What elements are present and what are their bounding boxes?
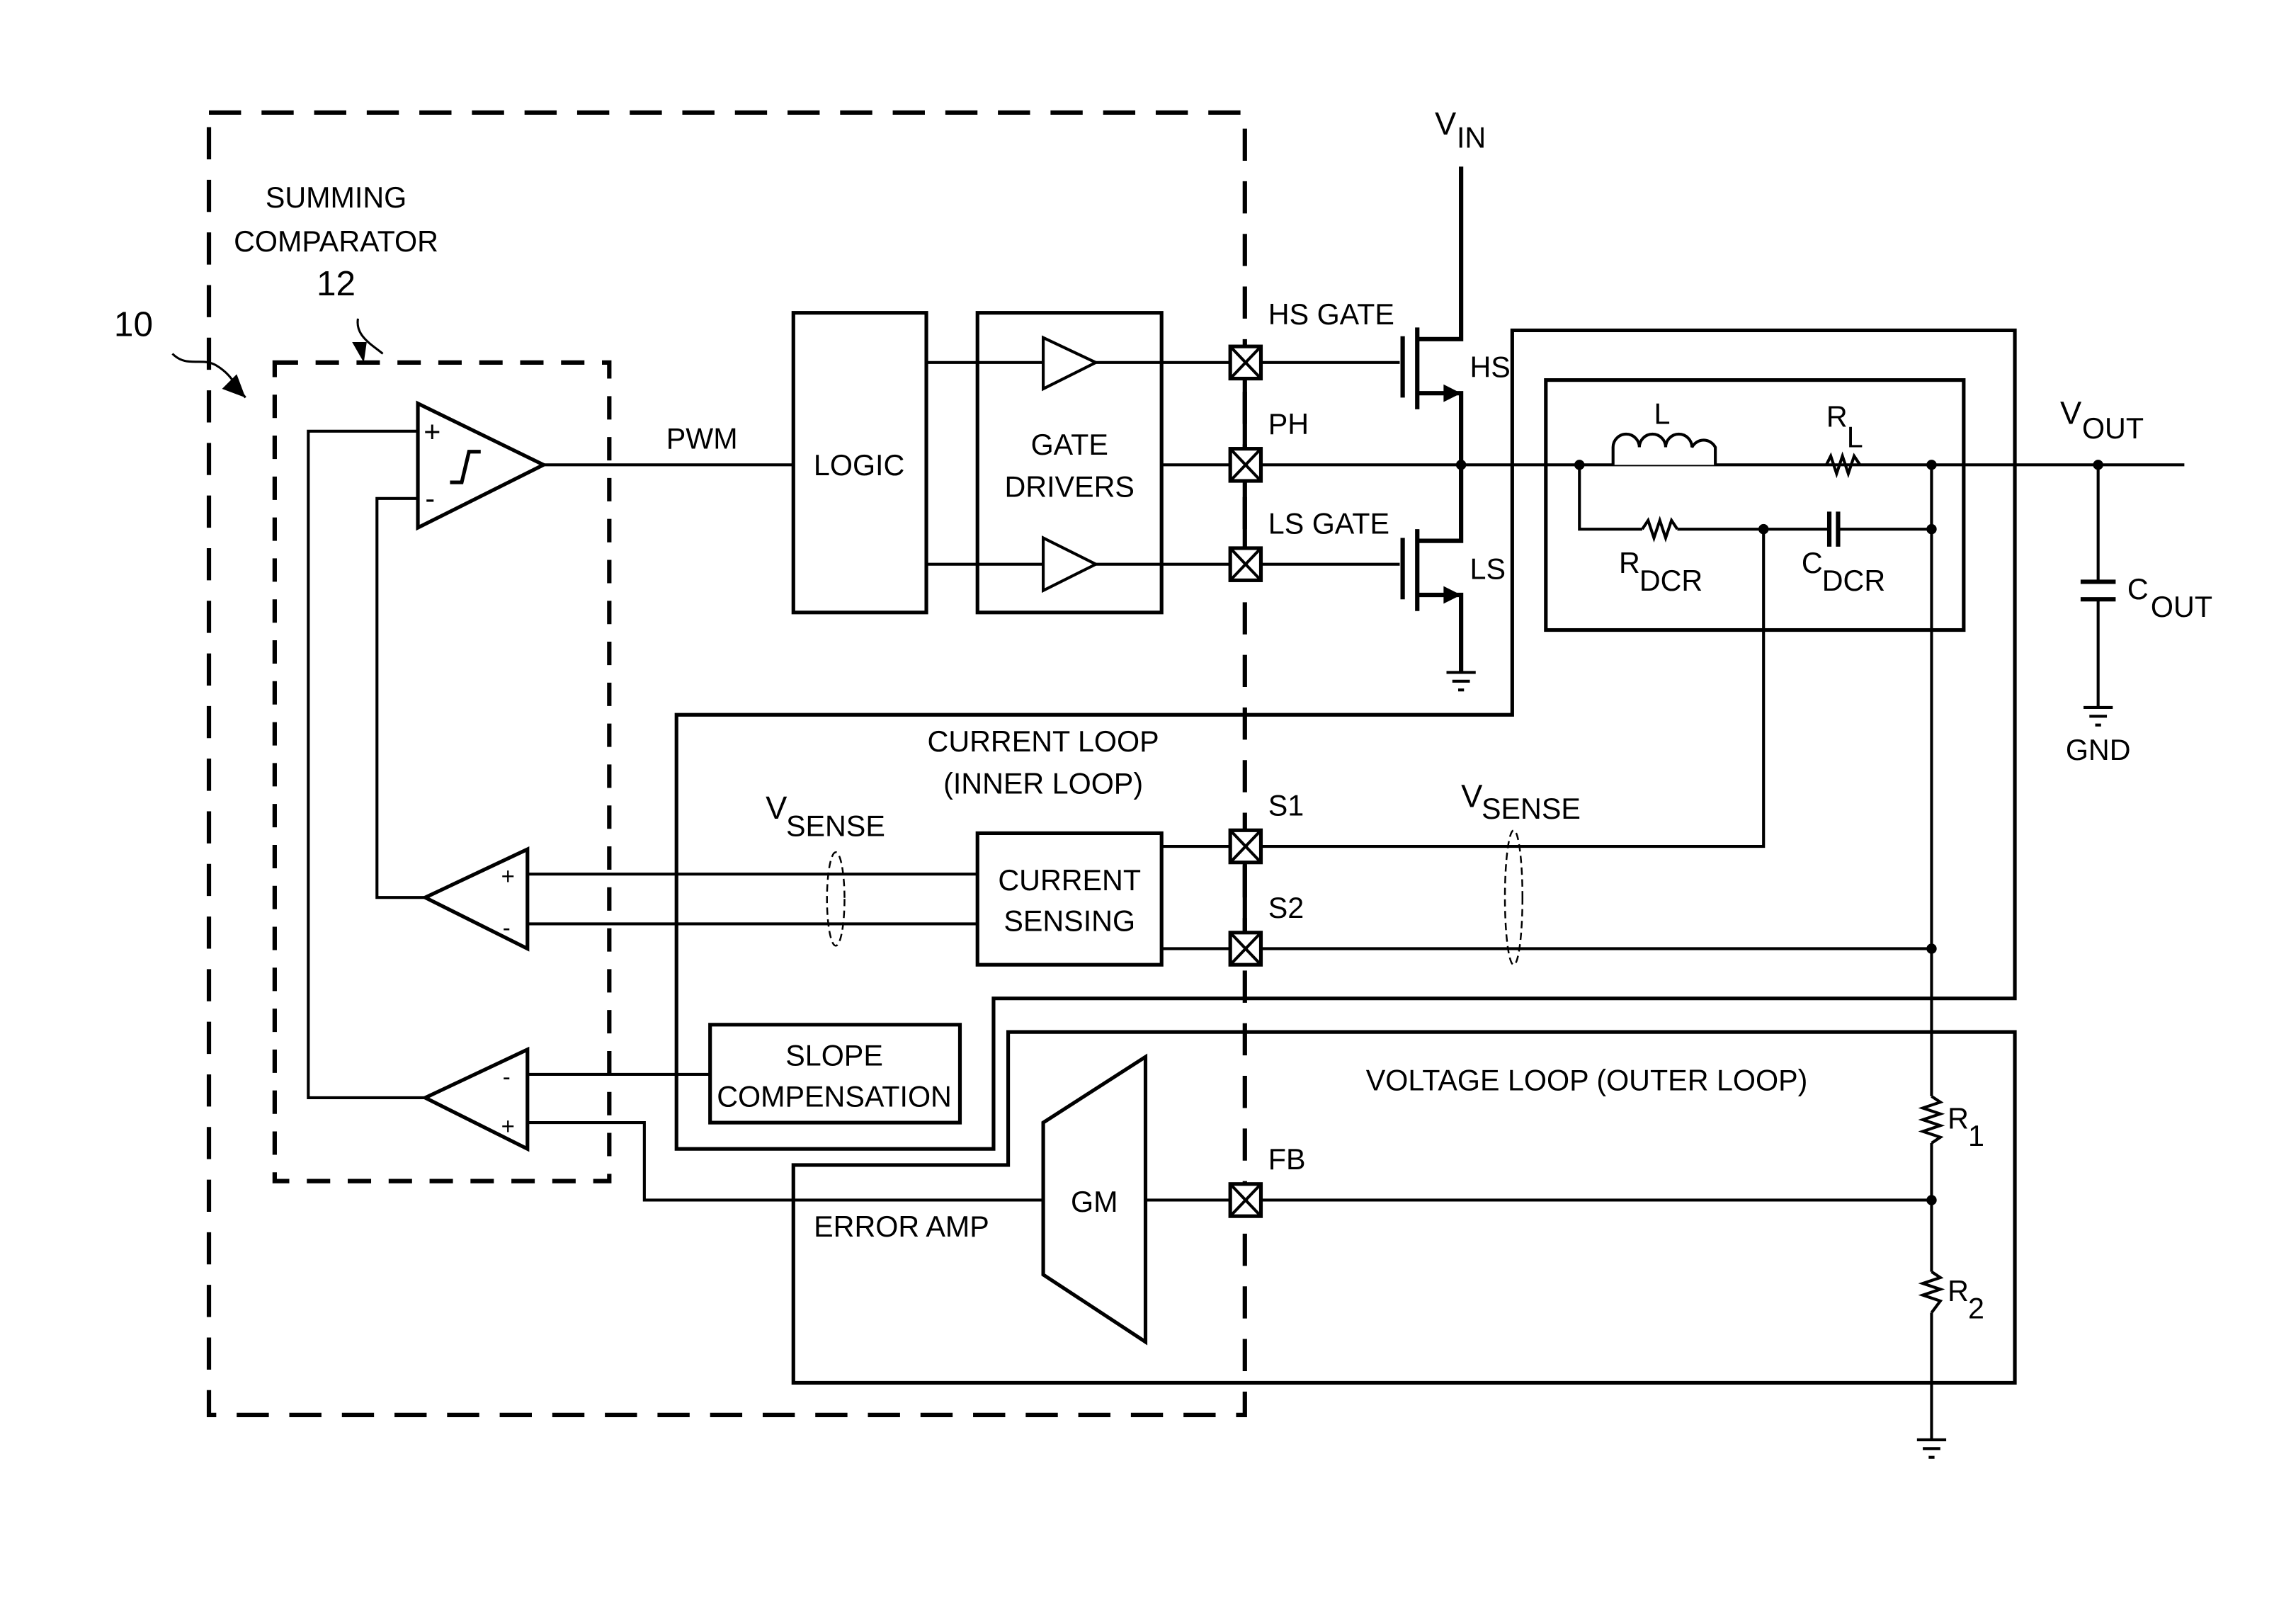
slope-compensation-label-line2: COMPENSATION xyxy=(717,1080,952,1113)
vsense-right-label: V xyxy=(1461,778,1483,814)
current-sensing-label-line2: SENSING xyxy=(1004,905,1135,938)
wire-dcr-branch xyxy=(1578,465,1933,531)
current-loop-label-line1: CURRENT LOOP xyxy=(928,725,1159,758)
wire-comp-minus xyxy=(375,496,426,899)
ref-arrowhead-10 xyxy=(222,374,246,398)
r1-resistor-icon xyxy=(1918,1095,1945,1145)
hs-mosfet-arrow-icon xyxy=(1443,384,1462,402)
ea-amp-plus-sign: + xyxy=(501,1113,515,1140)
vout-label: V xyxy=(2060,395,2082,431)
r1-label: R xyxy=(1948,1102,1969,1135)
vsense-bundle-right-icon xyxy=(1503,829,1524,966)
cs-amp-plus-sign: + xyxy=(501,863,515,890)
inductor-icon xyxy=(1611,432,1717,465)
vsense-bundle-left-icon xyxy=(826,851,846,947)
logic-label: LOGIC xyxy=(814,449,904,482)
gnd-label: GND xyxy=(2066,734,2131,766)
slope-compensation-label-line1: SLOPE xyxy=(785,1040,883,1072)
vsense-left-label: V xyxy=(766,790,788,826)
hs-gate-label: HS GATE xyxy=(1268,298,1394,331)
summing-comparator-label-line1: SUMMING xyxy=(266,181,407,214)
vsense-right-label-sub: SENSE xyxy=(1482,793,1581,825)
vout-label-sub: OUT xyxy=(2082,412,2144,445)
cdcr-capacitor-icon xyxy=(1826,511,1841,547)
pin-s2 xyxy=(1228,931,1263,967)
s2-label: S2 xyxy=(1268,892,1304,924)
pin-ph xyxy=(1228,447,1263,483)
vin-label-sub: IN xyxy=(1457,121,1486,154)
phase-node-dot xyxy=(1455,460,1467,470)
hs-label: HS xyxy=(1470,351,1511,383)
r2-label-sub: 2 xyxy=(1968,1293,1984,1325)
rl-label: R xyxy=(1826,401,1848,433)
current-sensing-label-line1: CURRENT xyxy=(998,864,1141,897)
comparator-plus-sign: + xyxy=(423,415,440,448)
gm-label: GM xyxy=(1071,1186,1118,1218)
rdcr-label: R xyxy=(1619,547,1640,579)
r2-label: R xyxy=(1948,1275,1969,1307)
current-sensing-block xyxy=(975,831,1164,967)
vsense-left-label-sub: SENSE xyxy=(786,810,885,843)
system-boundary-10 xyxy=(206,110,1247,1417)
divider-ground-icon xyxy=(1916,1438,1947,1459)
gate-drivers-label-line2: DRIVERS xyxy=(1005,471,1135,504)
inductor-dcr-network xyxy=(1544,378,1966,632)
cout-ground-icon xyxy=(2083,705,2113,727)
comparator-minus-sign: - xyxy=(425,482,435,515)
fb-divider-node xyxy=(1926,1195,1937,1205)
ls-ground-icon xyxy=(1446,671,1476,692)
cdcr-label: C xyxy=(1802,547,1823,579)
wire-comp-plus xyxy=(307,429,426,1100)
s1-label: S1 xyxy=(1268,790,1304,822)
r1-label-sub: 1 xyxy=(1968,1120,1984,1152)
gate-drivers-label-line1: GATE xyxy=(1031,428,1108,461)
rl-label-sub: L xyxy=(1847,421,1863,454)
r2-resistor-icon xyxy=(1918,1270,1945,1314)
summing-comparator-label-line2: COMPARATOR xyxy=(234,225,438,258)
ref-arrowhead-12 xyxy=(352,341,367,363)
ref-label-12: 12 xyxy=(317,264,356,303)
cdcr-label-sub: DCR xyxy=(1822,564,1885,597)
cout-capacitor-icon xyxy=(2080,579,2116,602)
gate-drivers-block xyxy=(975,311,1164,615)
hysteresis-icon xyxy=(450,450,481,484)
error-amp-label: ERROR AMP xyxy=(814,1210,989,1243)
wire-error-amp-out xyxy=(527,1121,1044,1202)
pin-ls-gate xyxy=(1228,546,1263,582)
inductor-label: L xyxy=(1654,398,1670,431)
vin-label: V xyxy=(1435,106,1457,142)
current-loop-label-line2: (INNER LOOP) xyxy=(943,768,1143,800)
ls-gate-label: LS GATE xyxy=(1268,507,1389,540)
ls-mosfet xyxy=(1400,465,1464,673)
pin-fb xyxy=(1228,1182,1263,1218)
cout-label-sub: OUT xyxy=(2151,591,2212,623)
schematic: 10 SUMMING COMPARATOR 12 + - PWM LOGIC G… xyxy=(114,106,2212,1459)
pin-hs-gate xyxy=(1228,344,1263,381)
summing-comparator-boundary-12 xyxy=(272,360,612,1183)
pwm-label: PWM xyxy=(666,423,738,455)
rdcr-label-sub: DCR xyxy=(1639,564,1702,597)
cs-amp-minus-sign: - xyxy=(503,914,511,941)
pin-s1 xyxy=(1228,828,1263,865)
ref-label-10: 10 xyxy=(114,305,153,344)
voltage-loop-label: VOLTAGE LOOP (OUTER LOOP) xyxy=(1366,1064,1808,1097)
ea-amp-minus-sign: - xyxy=(503,1063,511,1089)
cout-label: C xyxy=(2127,573,2149,606)
hs-mosfet xyxy=(1400,166,1464,465)
ls-mosfet-arrow-icon xyxy=(1443,586,1462,604)
ph-label: PH xyxy=(1268,408,1309,441)
rdcr-resistor-icon xyxy=(1641,516,1679,543)
ls-label: LS xyxy=(1470,552,1506,585)
fb-label: FB xyxy=(1268,1143,1306,1176)
